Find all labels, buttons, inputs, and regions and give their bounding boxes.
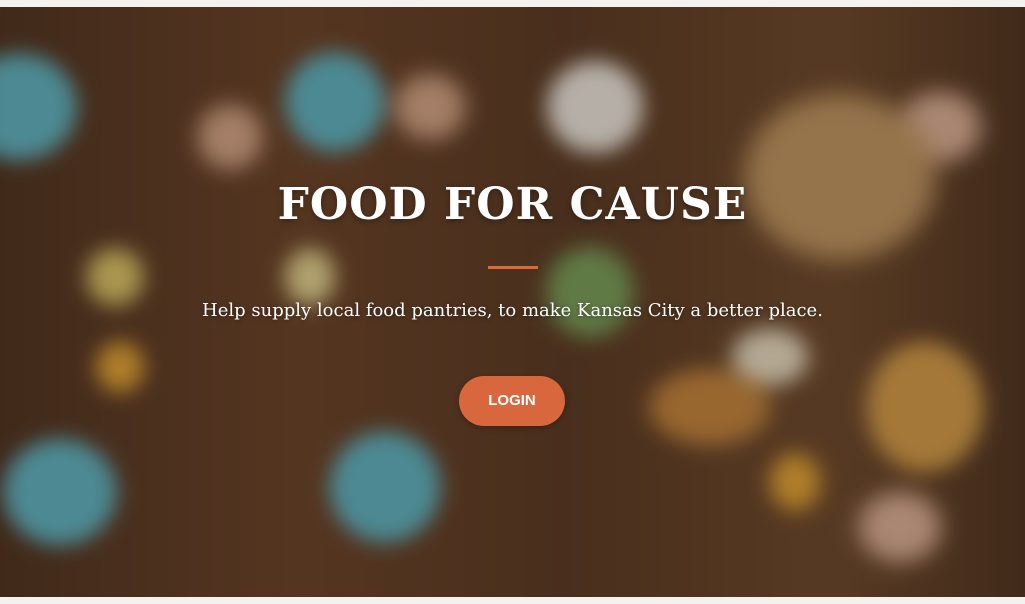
title-divider <box>488 266 538 269</box>
page-title: FOOD FOR CAUSE <box>277 179 748 230</box>
hero-content: FOOD FOR CAUSE Help supply local food pa… <box>0 7 1025 597</box>
hero-section: FOOD FOR CAUSE Help supply local food pa… <box>0 7 1025 597</box>
hero-subtitle: Help supply local food pantries, to make… <box>202 300 823 321</box>
login-button[interactable]: LOGIN <box>459 376 565 426</box>
